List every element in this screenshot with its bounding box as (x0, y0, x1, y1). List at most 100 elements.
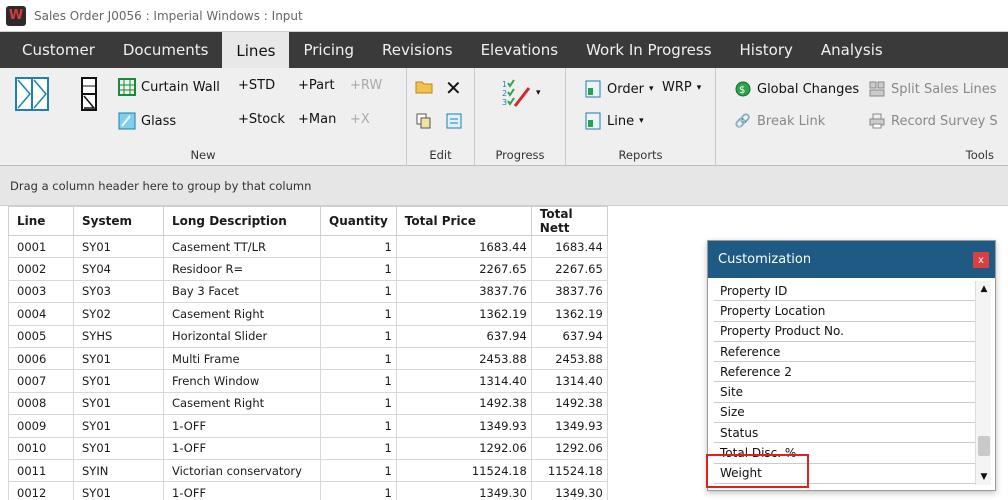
table-row[interactable]: 0002 SY04 Residoor R= 1 2267.65 2267.65 (8, 257, 608, 281)
menu-history[interactable]: History (726, 32, 807, 68)
add-std-button[interactable]: +STD (238, 78, 275, 93)
cell-long-description[interactable]: 1-OFF (163, 414, 321, 438)
scrollbar-thumb[interactable] (978, 436, 990, 456)
cell-system[interactable]: SY01 (73, 481, 164, 500)
table-row[interactable]: 0010 SY01 1-OFF 1 1292.06 1292.06 (8, 436, 608, 460)
column-header-long-description[interactable]: Long Description (163, 206, 321, 236)
cell-system[interactable]: SY01 (73, 436, 164, 460)
customization-item[interactable]: Status (714, 423, 975, 444)
cell-total-price[interactable]: 2267.65 (395, 257, 532, 281)
cell-total-price[interactable]: 1683.44 (395, 234, 532, 259)
table-row[interactable]: 0004 SY02 Casement Right 1 1362.19 1362.19 (8, 302, 608, 326)
delete-button[interactable]: ✕ (445, 76, 462, 100)
cell-line[interactable]: 0008 (8, 391, 74, 416)
add-part-button[interactable]: +Part (298, 78, 335, 93)
cell-quantity[interactable]: 1 (320, 458, 397, 483)
column-header-total-nett[interactable]: Total Nett (530, 206, 608, 236)
customization-item[interactable]: Reference (714, 342, 975, 363)
cell-line[interactable]: 0006 (8, 346, 74, 371)
cell-total-nett[interactable]: 1314.40 (530, 369, 608, 393)
menu-pricing[interactable]: Pricing (289, 32, 368, 68)
cell-quantity[interactable]: 1 (320, 391, 397, 416)
cell-total-price[interactable]: 1492.38 (395, 391, 532, 416)
cell-total-price[interactable]: 11524.18 (395, 458, 532, 483)
add-man-button[interactable]: +Man (298, 112, 336, 127)
curtain-wall-button[interactable]: Curtain Wall (118, 78, 220, 96)
cell-line[interactable]: 0009 (8, 414, 74, 438)
cell-total-price[interactable]: 2453.88 (395, 346, 532, 371)
customization-item[interactable]: Weight (714, 464, 975, 484)
split-sales-lines-button[interactable]: Split Sales Lines (868, 80, 997, 98)
cell-system[interactable]: SY02 (73, 302, 164, 326)
record-survey-button[interactable]: Record Survey S (868, 112, 998, 130)
cell-long-description[interactable]: Victorian conservatory (163, 458, 321, 483)
customization-scrollbar[interactable]: ▲ ▼ (975, 281, 991, 485)
menu-analysis[interactable]: Analysis (807, 32, 897, 68)
menu-revisions[interactable]: Revisions (368, 32, 467, 68)
customization-header[interactable]: Customization x (708, 241, 995, 278)
cell-quantity[interactable]: 1 (320, 257, 397, 281)
cell-line[interactable]: 0004 (8, 302, 74, 326)
cell-line[interactable]: 0012 (8, 481, 74, 500)
cell-line[interactable]: 0007 (8, 369, 74, 393)
cell-total-nett[interactable]: 637.94 (530, 324, 608, 348)
cell-line[interactable]: 0002 (8, 257, 74, 281)
cell-quantity[interactable]: 1 (320, 481, 397, 500)
cell-total-nett[interactable]: 1292.06 (530, 436, 608, 460)
customization-item[interactable]: Property Product No. (714, 322, 975, 342)
scroll-up-icon[interactable]: ▲ (976, 281, 992, 297)
cell-total-nett[interactable]: 3837.76 (530, 279, 608, 304)
cell-long-description[interactable]: Casement Right (163, 302, 321, 326)
cell-long-description[interactable]: Residoor R= (163, 257, 321, 281)
door-design-button[interactable] (80, 76, 98, 112)
cell-total-price[interactable]: 1314.40 (395, 369, 532, 393)
cell-system[interactable]: SY01 (73, 346, 164, 371)
menu-elevations[interactable]: Elevations (467, 32, 573, 68)
table-row[interactable]: 0009 SY01 1-OFF 1 1349.93 1349.93 (8, 414, 608, 438)
table-row[interactable]: 0012 SY01 1-OFF 1 1349.30 1349.30 (8, 481, 608, 500)
menu-work-in-progress[interactable]: Work In Progress (572, 32, 725, 68)
table-row[interactable]: 0011 SYIN Victorian conservatory 1 11524.18 1… (8, 458, 608, 483)
open-button[interactable] (415, 78, 433, 96)
cell-total-nett[interactable]: 1349.93 (530, 414, 608, 438)
cell-long-description[interactable]: Casement Right (163, 391, 321, 416)
table-row[interactable]: 0006 SY01 Multi Frame 1 2453.88 2453.88 (8, 346, 608, 371)
cell-total-nett[interactable]: 1349.30 (530, 481, 608, 500)
column-header-total-price[interactable]: Total Price (395, 206, 532, 236)
add-x-button[interactable]: +X (350, 112, 370, 127)
cell-total-price[interactable]: 637.94 (395, 324, 532, 348)
column-header-line[interactable]: Line (8, 206, 74, 236)
cell-long-description[interactable]: Horizontal Slider (163, 324, 321, 348)
group-by-panel[interactable]: Drag a column header here to group by th… (0, 166, 1008, 206)
table-row[interactable]: 0005 SYHS Horizontal Slider 1 637.94 637.94 (8, 324, 608, 348)
window-design-button[interactable] (14, 76, 50, 112)
order-report-button[interactable]: Order ▾ (584, 80, 653, 98)
cell-total-price[interactable]: 1349.30 (395, 481, 532, 500)
cell-quantity[interactable]: 1 (320, 436, 397, 460)
menu-documents[interactable]: Documents (109, 32, 223, 68)
cell-quantity[interactable]: 1 (320, 414, 397, 438)
cell-long-description[interactable]: 1-OFF (163, 436, 321, 460)
cell-quantity[interactable]: 1 (320, 346, 397, 371)
customization-item[interactable]: Size (714, 403, 975, 424)
copy-button[interactable] (415, 112, 433, 130)
cell-system[interactable]: SY01 (73, 414, 164, 438)
cell-long-description[interactable]: Bay 3 Facet (163, 279, 321, 304)
cell-quantity[interactable]: 1 (320, 279, 397, 304)
cell-line[interactable]: 0011 (8, 458, 74, 483)
customization-item[interactable]: Reference 2 (714, 362, 975, 383)
cell-total-price[interactable]: 1292.06 (395, 436, 532, 460)
cell-line[interactable]: 0001 (8, 234, 74, 259)
cell-system[interactable]: SY01 (73, 391, 164, 416)
cell-system[interactable]: SY01 (73, 234, 164, 259)
cell-quantity[interactable]: 1 (320, 369, 397, 393)
cell-total-price[interactable]: 1362.19 (395, 302, 532, 326)
cell-system[interactable]: SY01 (73, 369, 164, 393)
column-header-system[interactable]: System (73, 206, 164, 236)
table-row[interactable]: 0008 SY01 Casement Right 1 1492.38 1492.38 (8, 391, 608, 416)
customization-item[interactable]: Property Location (714, 301, 975, 322)
add-rw-button[interactable]: +RW (350, 78, 382, 93)
cell-total-price[interactable]: 3837.76 (395, 279, 532, 304)
cell-long-description[interactable]: Casement TT/LR (163, 234, 321, 259)
global-changes-button[interactable]: $ Global Changes (734, 80, 859, 98)
